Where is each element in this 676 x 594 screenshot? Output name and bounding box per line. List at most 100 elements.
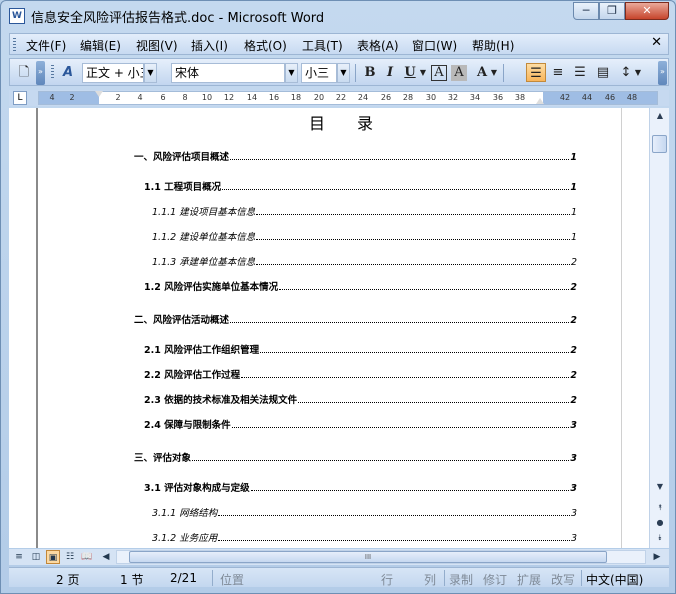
- status-ext[interactable]: 扩展: [517, 571, 541, 588]
- word-app-icon[interactable]: W: [9, 8, 25, 24]
- toc-entry[interactable]: 3.1.2 业务应用 3: [152, 530, 577, 544]
- ruler-tick: 20: [313, 93, 325, 102]
- document-close-icon[interactable]: ✕: [651, 35, 662, 50]
- toc-entry[interactable]: 1.1.1 建设项目基本信息 1: [152, 204, 577, 218]
- menu-help[interactable]: 帮助(H): [472, 37, 514, 54]
- toc-entry[interactable]: 1.1.3 承建单位基本信息 2: [152, 254, 577, 268]
- restore-button[interactable]: ❐: [599, 2, 625, 20]
- toc-entry[interactable]: 3.1 评估对象构成与定级 3: [144, 480, 577, 494]
- ruler-tick: 18: [290, 93, 302, 102]
- ruler-tick: 2: [69, 93, 75, 102]
- toc-entry[interactable]: 2.4 保障与限制条件 3: [144, 417, 577, 431]
- italic-button[interactable]: I: [380, 63, 400, 82]
- ruler-tick: 32: [447, 93, 459, 102]
- justify-icon[interactable]: ▤: [593, 63, 613, 82]
- horizontal-scroll-thumb[interactable]: III: [129, 551, 607, 563]
- next-page-icon[interactable]: ⯯: [652, 531, 668, 545]
- toc-entry[interactable]: 1.1 工程项目概况 1: [144, 179, 577, 193]
- toc-entry[interactable]: 1.2 风险评估实施单位基本情况 2: [144, 279, 577, 293]
- toc-entry[interactable]: 三、评估对象 3: [134, 450, 577, 464]
- toc-entry[interactable]: 2.2 风险评估工作过程 2: [144, 367, 577, 381]
- vertical-scrollbar[interactable]: ▲ ▼ ⯭ ● ⯯: [649, 108, 669, 548]
- toc-entry[interactable]: 二、风险评估活动概述 2: [134, 312, 577, 326]
- menu-window[interactable]: 窗口(W): [412, 37, 457, 54]
- tab-selector-icon[interactable]: L: [13, 91, 27, 105]
- font-dropdown-chevron-icon[interactable]: ▼: [285, 63, 298, 83]
- status-page: 2 页: [56, 573, 80, 587]
- menubar-grip-icon[interactable]: [13, 38, 16, 51]
- toolbar-overflow-chevron-icon[interactable]: »: [658, 61, 667, 85]
- menu-insert[interactable]: 插入(I): [191, 37, 228, 54]
- outline-view-icon[interactable]: ☷: [63, 550, 77, 564]
- previous-page-icon[interactable]: ⯭: [652, 501, 668, 515]
- styles-and-formatting-icon[interactable]: A: [58, 63, 78, 82]
- status-language[interactable]: 中文(中国): [586, 571, 643, 588]
- align-center-icon[interactable]: ≡: [548, 63, 568, 82]
- first-line-indent-marker[interactable]: [95, 91, 103, 97]
- toc-entry[interactable]: 1.1.2 建设单位基本信息 1: [152, 229, 577, 243]
- close-button[interactable]: ✕: [625, 2, 669, 20]
- status-separator: [212, 570, 213, 586]
- status-ovr[interactable]: 改写: [551, 571, 575, 588]
- underline-button[interactable]: U: [400, 63, 420, 82]
- toc-entry[interactable]: 一、风险评估项目概述 1: [134, 149, 577, 163]
- caption-buttons: ─ ❐ ✕: [573, 2, 669, 20]
- line-spacing-dropdown-chevron-icon[interactable]: ▼: [633, 63, 643, 82]
- ruler-tick: 4: [137, 93, 143, 102]
- status-position: 位置: [220, 573, 245, 587]
- status-separator: [444, 570, 445, 586]
- menu-format[interactable]: 格式(O): [244, 37, 287, 54]
- scroll-up-arrow-icon[interactable]: ▲: [652, 109, 668, 123]
- menu-edit[interactable]: 编辑(E): [80, 37, 121, 54]
- character-shading-button[interactable]: A: [451, 65, 467, 81]
- right-indent-marker[interactable]: [536, 98, 544, 104]
- title-bar[interactable]: W 信息安全风险评估报告格式.doc - Microsoft Word ─ ❐ …: [1, 1, 675, 31]
- toc-entry[interactable]: 3.1.1 网络结构 3: [152, 505, 577, 519]
- toc-entry[interactable]: 2.3 依据的技术标准及相关法规文件 2: [144, 392, 577, 406]
- document-page-area[interactable]: 目 录 一、风险评估项目概述 1 1.1 工程项目概况 1 1.1.1 建设项目基本…: [9, 108, 649, 548]
- style-combo[interactable]: 正文 + 小三: [82, 63, 144, 83]
- bold-button[interactable]: B: [360, 63, 380, 82]
- print-layout-view-icon[interactable]: ▣: [46, 550, 60, 564]
- ruler-tick: 28: [402, 93, 414, 102]
- scroll-down-arrow-icon[interactable]: ▼: [652, 480, 668, 494]
- ruler-tick: 26: [380, 93, 392, 102]
- menu-view[interactable]: 视图(V): [136, 37, 178, 54]
- style-dropdown-chevron-icon[interactable]: ▼: [144, 63, 157, 83]
- underline-dropdown-chevron-icon[interactable]: ▼: [418, 63, 428, 82]
- horizontal-ruler[interactable]: 4 2 2 4 6 8 10 12 14 16 18 20 22 24 26 2…: [38, 91, 658, 105]
- menu-tools[interactable]: 工具(T): [302, 37, 343, 54]
- toolbar-separator: [503, 64, 504, 82]
- select-browse-object-icon[interactable]: ●: [652, 516, 668, 530]
- ruler-tick: 4: [49, 93, 55, 102]
- ruler-tick: 36: [492, 93, 504, 102]
- toolbar-grip-icon[interactable]: [51, 65, 54, 78]
- align-right-icon[interactable]: ☰: [570, 63, 590, 82]
- normal-view-icon[interactable]: ≡: [12, 550, 26, 564]
- status-rec[interactable]: 录制: [449, 571, 473, 588]
- menu-file[interactable]: 文件(F): [26, 37, 66, 54]
- vertical-scroll-thumb[interactable]: [652, 135, 667, 153]
- web-layout-view-icon[interactable]: ◫: [29, 550, 43, 564]
- horizontal-scroll-track[interactable]: III: [116, 550, 646, 564]
- reading-layout-view-icon[interactable]: 📖: [80, 550, 94, 564]
- ruler-tick: 6: [160, 93, 166, 102]
- font-combo[interactable]: 宋体: [171, 63, 285, 83]
- ruler-tick: 12: [223, 93, 235, 102]
- menu-bar: 文件(F) 编辑(E) 视图(V) 插入(I) 格式(O) 工具(T) 表格(A…: [9, 33, 669, 55]
- minimize-button[interactable]: ─: [573, 2, 599, 20]
- scroll-right-arrow-icon[interactable]: ▶: [650, 550, 664, 564]
- scroll-left-arrow-icon[interactable]: ◀: [99, 550, 113, 564]
- new-document-icon[interactable]: 🗋: [14, 63, 34, 82]
- toolbar-options-chevron-icon[interactable]: »: [36, 61, 45, 85]
- font-size-combo[interactable]: 小三: [301, 63, 337, 83]
- window-title: 信息安全风险评估报告格式.doc - Microsoft Word: [31, 11, 325, 26]
- toc-entry[interactable]: 2.1 风险评估工作组织管理 2: [144, 342, 577, 356]
- ruler-tick: 44: [581, 93, 593, 102]
- menu-table[interactable]: 表格(A): [357, 37, 399, 54]
- status-trk[interactable]: 修订: [483, 571, 507, 588]
- font-size-dropdown-chevron-icon[interactable]: ▼: [337, 63, 350, 83]
- align-left-icon[interactable]: ☰: [526, 63, 546, 82]
- character-border-button[interactable]: A: [431, 65, 447, 81]
- font-color-dropdown-chevron-icon[interactable]: ▼: [488, 63, 500, 82]
